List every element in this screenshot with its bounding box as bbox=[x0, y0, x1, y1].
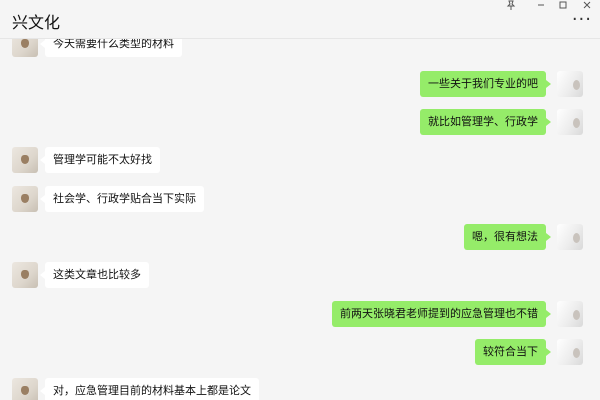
message-row: 对，应急管理目前的材料基本上都是论文 bbox=[0, 378, 600, 400]
message-row: 较符合当下 bbox=[0, 339, 600, 367]
incoming-message-bubble[interactable]: 对，应急管理目前的材料基本上都是论文 bbox=[40, 378, 259, 400]
incoming-message-bubble[interactable]: 这类文章也比较多 bbox=[40, 262, 149, 288]
chat-message-list[interactable]: 今天需要什么类型的材料 一些关于我们专业的吧 就比如管理学、行政学 管理学可能不… bbox=[0, 0, 600, 400]
more-options-icon[interactable]: ··· bbox=[572, 11, 592, 29]
contact-avatar[interactable] bbox=[12, 147, 38, 173]
maximize-icon[interactable] bbox=[555, 0, 571, 10]
outgoing-message-bubble[interactable]: 一些关于我们专业的吧 bbox=[420, 71, 551, 97]
chat-header: 兴文化 ··· bbox=[0, 0, 600, 39]
contact-avatar[interactable] bbox=[12, 262, 38, 288]
message-row: 一些关于我们专业的吧 bbox=[0, 71, 600, 99]
outgoing-message-bubble[interactable]: 嗯，很有想法 bbox=[464, 224, 551, 250]
minimize-icon[interactable] bbox=[533, 0, 549, 10]
contact-avatar[interactable] bbox=[12, 186, 38, 212]
outgoing-message-bubble[interactable]: 较符合当下 bbox=[475, 339, 551, 365]
chat-title: 兴文化 bbox=[12, 13, 61, 32]
user-avatar[interactable] bbox=[557, 301, 583, 327]
pin-icon[interactable] bbox=[503, 0, 519, 10]
message-row: 就比如管理学、行政学 bbox=[0, 109, 600, 137]
contact-avatar[interactable] bbox=[12, 378, 38, 400]
message-row: 这类文章也比较多 bbox=[0, 262, 600, 290]
incoming-message-bubble[interactable]: 管理学可能不太好找 bbox=[40, 147, 160, 173]
message-row: 管理学可能不太好找 bbox=[0, 147, 600, 175]
outgoing-message-bubble[interactable]: 前两天张晓君老师提到的应急管理也不错 bbox=[332, 301, 551, 327]
user-avatar[interactable] bbox=[557, 71, 583, 97]
user-avatar[interactable] bbox=[557, 339, 583, 365]
message-row: 社会学、行政学贴合当下实际 bbox=[0, 186, 600, 214]
user-avatar[interactable] bbox=[557, 109, 583, 135]
incoming-message-bubble[interactable]: 社会学、行政学贴合当下实际 bbox=[40, 186, 204, 212]
message-row: 前两天张晓君老师提到的应急管理也不错 bbox=[0, 301, 600, 329]
message-row: 嗯，很有想法 bbox=[0, 224, 600, 252]
user-avatar[interactable] bbox=[557, 224, 583, 250]
outgoing-message-bubble[interactable]: 就比如管理学、行政学 bbox=[420, 109, 551, 135]
